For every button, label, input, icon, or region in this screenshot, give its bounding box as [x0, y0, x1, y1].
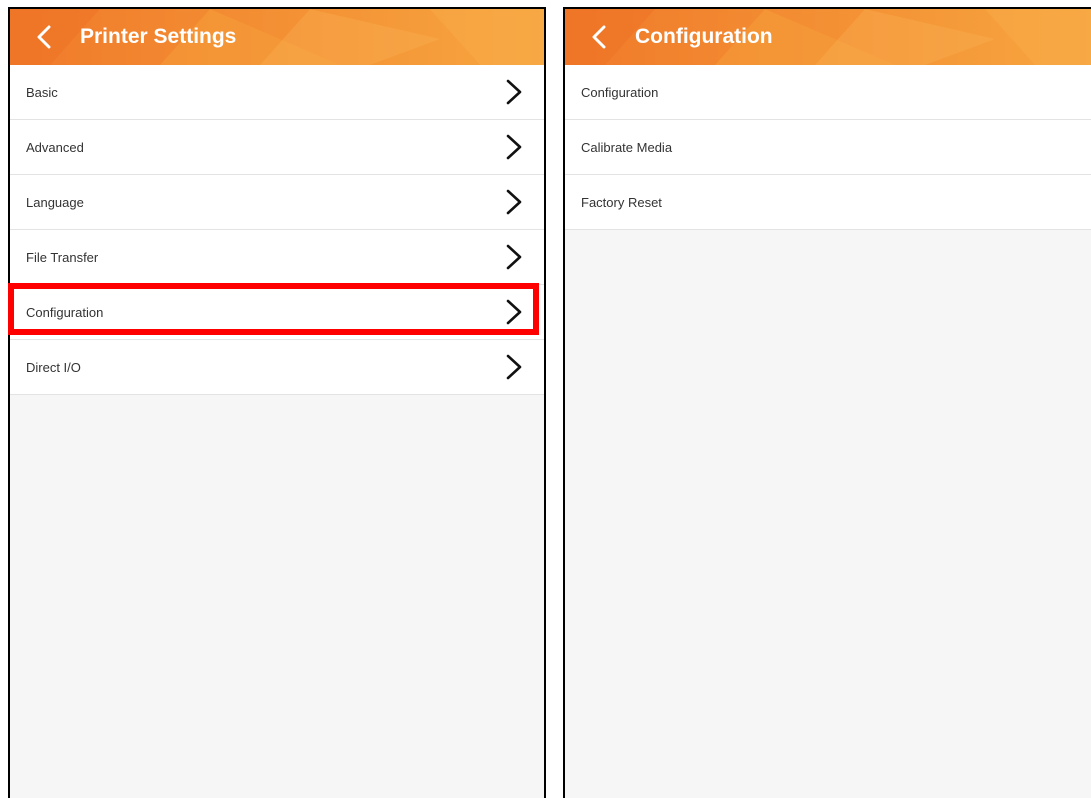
list-item-configuration[interactable]: Configuration: [10, 285, 544, 340]
list-item-label: Factory Reset: [581, 195, 662, 210]
list-item-advanced[interactable]: Advanced: [10, 120, 544, 175]
page-title: Configuration: [635, 25, 773, 48]
page-title: Printer Settings: [80, 25, 237, 48]
list-item-label: Basic: [26, 85, 58, 100]
list-item-configuration[interactable]: Configuration: [565, 65, 1091, 120]
printer-settings-screen: Printer Settings Basic Advanced Language…: [8, 7, 546, 798]
chevron-left-icon: [592, 25, 606, 49]
back-button[interactable]: [28, 21, 60, 53]
configuration-screen: Configuration Configuration Calibrate Me…: [563, 7, 1091, 798]
chevron-left-icon: [37, 25, 51, 49]
chevron-right-icon: [506, 134, 522, 160]
chevron-right-icon: [506, 354, 522, 380]
configuration-list: Configuration Calibrate Media Factory Re…: [565, 65, 1091, 230]
list-item-basic[interactable]: Basic: [10, 65, 544, 120]
chevron-right-icon: [506, 79, 522, 105]
settings-list: Basic Advanced Language File Transfer Co…: [10, 65, 544, 395]
chevron-right-icon: [506, 299, 522, 325]
list-item-label: Advanced: [26, 140, 84, 155]
list-item-label: Configuration: [26, 305, 104, 320]
list-item-label: Language: [26, 195, 84, 210]
list-item-file-transfer[interactable]: File Transfer: [10, 230, 544, 285]
list-item-direct-io[interactable]: Direct I/O: [10, 340, 544, 395]
list-item-calibrate-media[interactable]: Calibrate Media: [565, 120, 1091, 175]
back-button[interactable]: [583, 21, 615, 53]
list-item-label: Direct I/O: [26, 360, 81, 375]
app-bar: Configuration: [565, 9, 1091, 65]
list-item-factory-reset[interactable]: Factory Reset: [565, 175, 1091, 230]
list-item-language[interactable]: Language: [10, 175, 544, 230]
app-bar: Printer Settings: [10, 9, 544, 65]
chevron-right-icon: [506, 189, 522, 215]
chevron-right-icon: [506, 244, 522, 270]
list-item-label: File Transfer: [26, 250, 99, 265]
list-item-label: Calibrate Media: [581, 140, 673, 155]
list-item-label: Configuration: [581, 85, 659, 100]
